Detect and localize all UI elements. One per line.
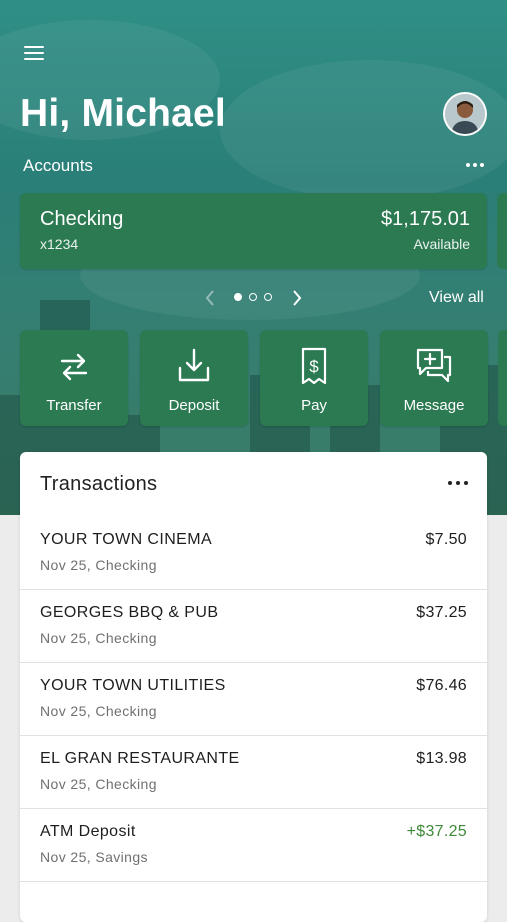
pay-button[interactable]: $ Pay <box>260 330 368 426</box>
transaction-date-account: Nov 25, Savings <box>40 849 148 865</box>
message-label: Message <box>403 397 465 414</box>
transactions-title: Transactions <box>40 473 158 495</box>
transaction-row[interactable]: ATM Deposit Nov 25, Savings +$37.25 <box>20 809 487 882</box>
message-button[interactable]: Message <box>380 330 488 426</box>
deposit-label: Deposit <box>168 397 220 414</box>
transaction-date-account: Nov 25, Checking <box>40 776 157 792</box>
transaction-row[interactable]: EL GRAN RESTAURANTE Nov 25, Checking $13… <box>20 736 487 809</box>
transaction-name: EL GRAN RESTAURANTE <box>40 750 240 767</box>
transactions-card: Transactions YOUR TOWN CINEMA Nov 25, Ch… <box>20 452 487 922</box>
next-account-card-peek[interactable] <box>497 193 507 269</box>
view-all-link[interactable]: View all <box>429 289 484 307</box>
menu-icon[interactable] <box>24 44 46 62</box>
transfer-button[interactable]: Transfer <box>20 330 128 426</box>
transaction-row[interactable]: GEORGES BBQ & PUB Nov 25, Checking $37.2… <box>20 590 487 663</box>
pay-label: Pay <box>301 397 327 414</box>
transaction-amount: $76.46 <box>416 677 467 694</box>
account-name: Checking <box>40 208 124 230</box>
pager-dot <box>264 293 272 301</box>
account-balance-label: Available <box>413 236 470 252</box>
transaction-name: YOUR TOWN CINEMA <box>40 531 213 548</box>
transaction-name: GEORGES BBQ & PUB <box>40 604 219 621</box>
user-avatar-icon <box>445 94 485 134</box>
pager-dot-active <box>234 293 242 301</box>
account-balance: $1,175.01 <box>381 208 470 230</box>
transaction-row[interactable]: YOUR TOWN UTILITIES Nov 25, Checking $76… <box>20 663 487 736</box>
deposit-button[interactable]: Deposit <box>140 330 248 426</box>
transaction-amount: $7.50 <box>425 531 467 548</box>
transfer-arrows-icon <box>60 353 88 381</box>
svg-text:$: $ <box>309 357 319 376</box>
account-number: x1234 <box>40 236 79 252</box>
next-action-peek[interactable] <box>498 330 507 426</box>
chat-plus-icon <box>416 348 452 383</box>
transaction-name: YOUR TOWN UTILITIES <box>40 677 226 694</box>
transaction-amount: $13.98 <box>416 750 467 767</box>
accounts-more-icon[interactable] <box>462 158 488 172</box>
transaction-date-account: Nov 25, Checking <box>40 557 157 573</box>
avatar[interactable] <box>443 92 487 136</box>
chevron-right-icon[interactable] <box>290 289 304 307</box>
transaction-amount: $37.25 <box>416 604 467 621</box>
receipt-dollar-icon: $ <box>301 347 327 385</box>
download-tray-icon <box>178 348 210 382</box>
accounts-label: Accounts <box>23 156 93 175</box>
account-card-checking[interactable]: Checking x1234 $1,175.01 Available <box>20 193 487 269</box>
transaction-date-account: Nov 25, Checking <box>40 630 157 646</box>
transfer-label: Transfer <box>46 397 102 414</box>
pager-dot <box>249 293 257 301</box>
transactions-more-icon[interactable] <box>444 476 472 490</box>
transaction-amount: +$37.25 <box>406 823 467 840</box>
transaction-row[interactable]: YOUR TOWN CINEMA Nov 25, Checking $7.50 <box>20 517 487 590</box>
greeting-title: Hi, Michael <box>20 92 226 135</box>
transaction-name: ATM Deposit <box>40 823 136 840</box>
chevron-left-icon[interactable] <box>203 289 217 307</box>
transaction-date-account: Nov 25, Checking <box>40 703 157 719</box>
